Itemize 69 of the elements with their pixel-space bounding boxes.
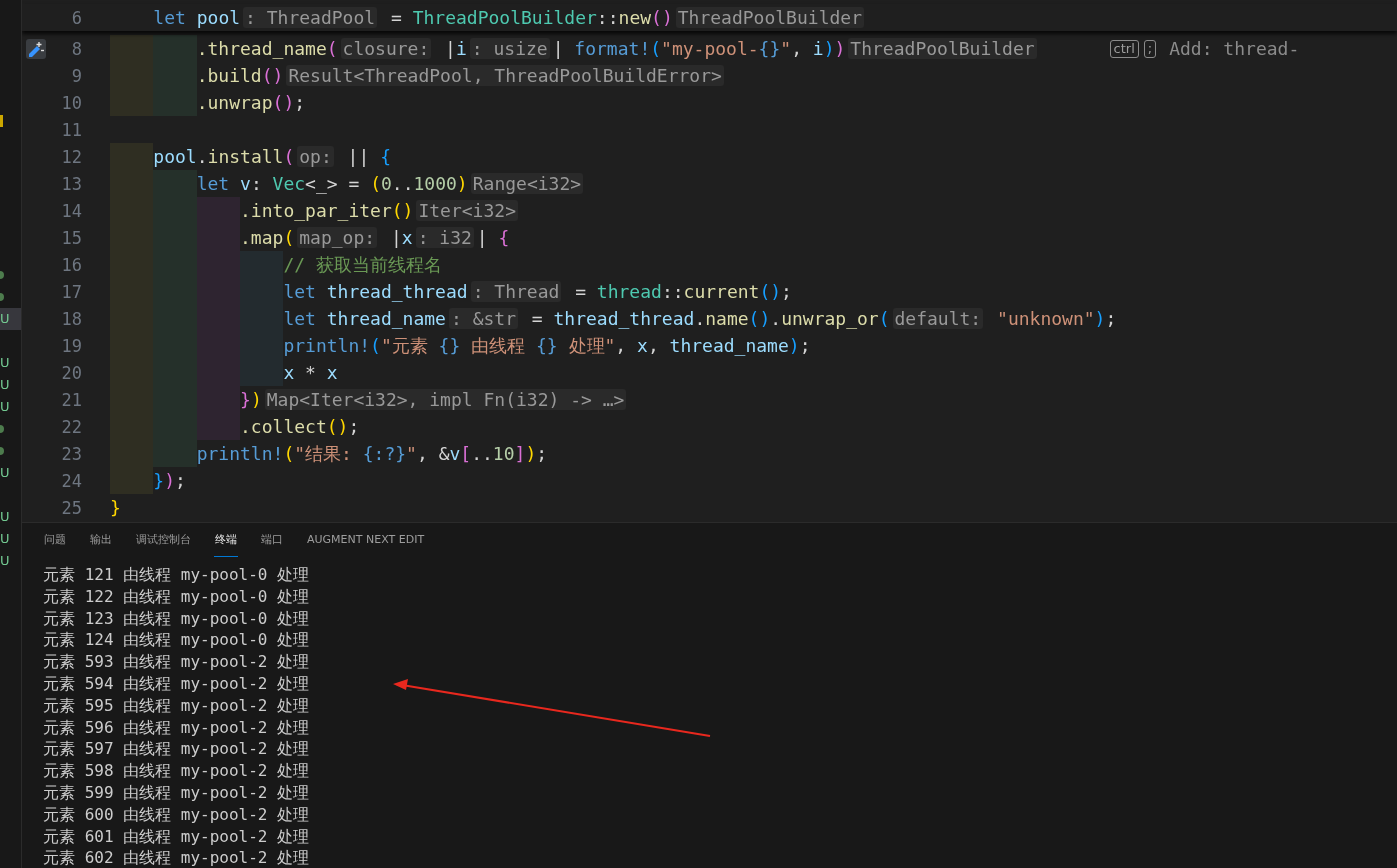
terminal-line: 元素 593 由线程 my-pool-2 处理 <box>43 651 311 673</box>
code-line: let thread_name : &str = thread_thread.name().unwrap_or( default: "unknown"); <box>110 305 1117 332</box>
line-number: 13 <box>60 173 82 194</box>
line-number: 15 <box>60 227 82 248</box>
keycap: ctrl <box>1109 39 1139 58</box>
line-number: 25 <box>60 497 82 518</box>
edit-suggestion-icon[interactable] <box>26 38 46 59</box>
code-line: .thread_name( closure: |i : usize | format!("my-pool-{}", i)) ThreadPoolBuilder <box>110 35 1040 62</box>
line-number: 23 <box>60 443 82 464</box>
terminal-line: 元素 594 由线程 my-pool-2 处理 <box>43 673 311 695</box>
terminal-line: 元素 122 由线程 my-pool-0 处理 <box>43 585 311 608</box>
code-line: .into_par_iter() Iter<i32> <box>110 197 521 224</box>
code-line: x * x <box>110 359 338 386</box>
code-line: println!("元素 {} 由线程 {} 处理", x, thread_name); <box>110 332 811 359</box>
panel-tab[interactable]: 调试控制台 <box>135 523 192 557</box>
code-line: let thread_thread : Thread = thread::current(); <box>110 278 792 305</box>
git-status-letter: U <box>0 465 10 481</box>
line-number: 8 <box>70 38 82 59</box>
line-number: 9 <box>70 65 82 86</box>
ghost-suggestion: Add: thread- <box>1169 38 1300 59</box>
git-status-letter: U <box>0 531 10 547</box>
line-number: 11 <box>60 119 82 140</box>
line-number: 6 <box>70 7 82 28</box>
terminal-line: 元素 597 由线程 my-pool-2 处理 <box>43 738 311 761</box>
code-line: let v: Vec<_> = (0..1000) Range<i32> <box>110 170 587 197</box>
selected-row-highlight[interactable]: U <box>0 308 21 330</box>
terminal-line: 元素 121 由线程 my-pool-0 处理 <box>43 564 311 586</box>
git-status-letter: U <box>0 553 10 569</box>
code-line: let pool : ThreadPool = ThreadPoolBuilder::new() ThreadPoolBuilder <box>152 6 865 30</box>
line-number: 20 <box>60 362 82 383</box>
change-marker <box>0 115 3 127</box>
code-line: .build() Result<ThreadPool, ThreadPoolBuildError> <box>110 62 727 89</box>
line-number: 14 <box>60 200 82 221</box>
line-number: 21 <box>60 389 82 410</box>
terminal-line: 元素 601 由线程 my-pool-2 处理 <box>43 825 311 848</box>
git-status-letter: U <box>0 311 10 327</box>
terminal-line: 元素 123 由线程 my-pool-0 处理 <box>43 607 311 630</box>
keycap: ; <box>1143 39 1157 58</box>
panel-tab[interactable]: 问题 <box>43 523 67 557</box>
line-number: 19 <box>60 335 82 356</box>
line-number: 24 <box>60 470 82 491</box>
terminal-line: 元素 598 由线程 my-pool-2 处理 <box>43 760 311 782</box>
terminal-line: 元素 596 由线程 my-pool-2 处理 <box>43 716 311 739</box>
terminal-line: 元素 600 由线程 my-pool-2 处理 <box>43 803 311 826</box>
code-line: // 获取当前线程名 <box>110 251 442 278</box>
terminal-line: 元素 595 由线程 my-pool-2 处理 <box>43 694 311 717</box>
code-line: .collect(); <box>110 413 360 440</box>
line-number: 12 <box>60 146 82 167</box>
git-status-letter: U <box>0 377 10 393</box>
line-number: 22 <box>60 416 82 437</box>
terminal-line: 元素 602 由线程 my-pool-2 处理 <box>43 847 311 868</box>
git-status-letter: U <box>0 509 10 525</box>
code-line: } <box>110 496 121 520</box>
code-line: pool.install( op: || { <box>110 143 391 170</box>
code-line: println!("结果: {:?}", &v[..10]); <box>110 440 548 467</box>
git-status-letter: U <box>0 399 10 415</box>
line-number: 16 <box>60 254 82 275</box>
panel-tab[interactable]: 终端 <box>214 523 238 557</box>
terminal-line: 元素 124 由线程 my-pool-0 处理 <box>43 629 311 652</box>
line-number: 18 <box>60 308 82 329</box>
code-line: .unwrap(); <box>110 89 306 116</box>
git-status-letter: U <box>0 355 10 371</box>
panel-tab[interactable]: 端口 <box>260 523 284 557</box>
panel-tab[interactable]: 输出 <box>89 523 113 557</box>
code-line: .map( map_op: |x : i32 | { <box>110 224 510 251</box>
line-number: 17 <box>60 281 82 302</box>
terminal-line: 元素 599 由线程 my-pool-2 处理 <box>43 781 311 804</box>
line-number: 10 <box>60 92 82 113</box>
panel-tab[interactable]: AUGMENT NEXT EDIT <box>306 523 426 557</box>
